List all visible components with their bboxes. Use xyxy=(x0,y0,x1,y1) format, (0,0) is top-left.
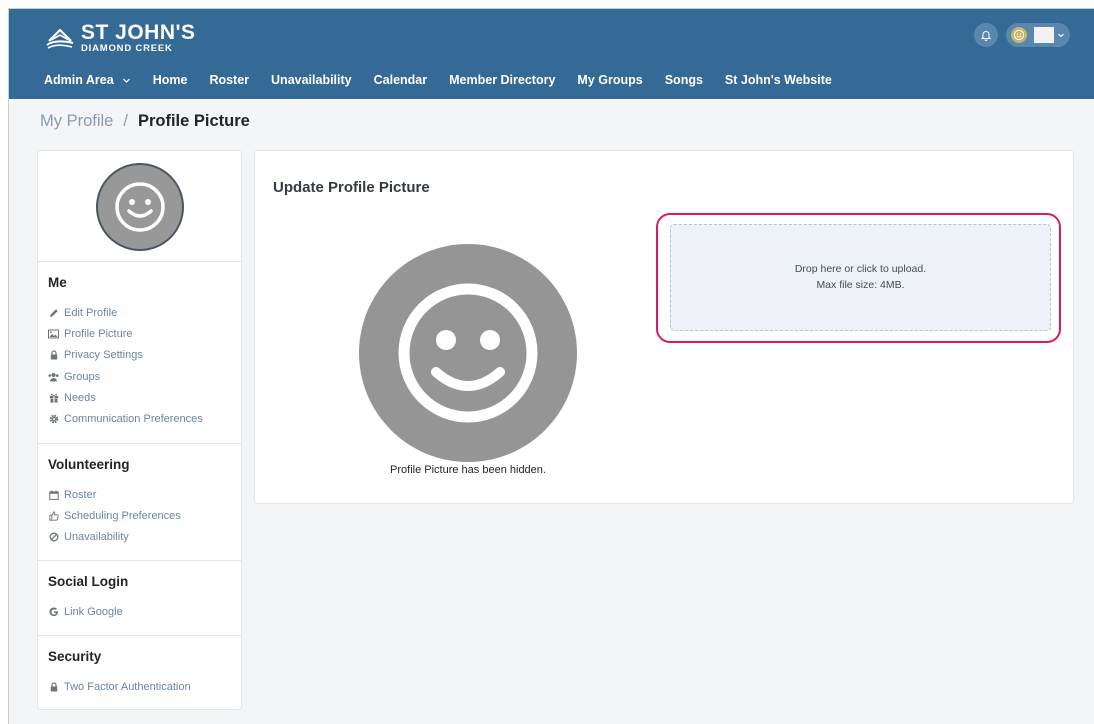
breadcrumb-my-profile[interactable]: My Profile xyxy=(40,112,113,131)
sidebar-item-link-google[interactable]: Link Google xyxy=(48,601,231,622)
image-icon xyxy=(48,328,59,339)
nav-home[interactable]: Home xyxy=(153,73,188,87)
sidebar-item-two-factor-authentication[interactable]: Two Factor Authentication xyxy=(48,676,231,697)
app-frame: ST JOHN'S DIAMOND CREEK Admin Area Home … xyxy=(8,8,1094,724)
breadcrumb-separator: / xyxy=(123,112,128,130)
sidebar-heading-volunteering: Volunteering xyxy=(48,457,130,472)
card-title: Update Profile Picture xyxy=(273,179,430,196)
thumbs-up-icon xyxy=(48,510,59,521)
sidebar-item-profile-picture[interactable]: Profile Picture xyxy=(48,323,231,344)
dropzone-max-size: Max file size: 4MB. xyxy=(816,278,905,291)
sidebar-heading-social-login: Social Login xyxy=(48,574,129,589)
nav-member-directory[interactable]: Member Directory xyxy=(449,73,555,87)
sidebar-heading-security: Security xyxy=(48,649,102,664)
sidebar-section-security: Security Two Factor Authentication xyxy=(38,636,241,697)
gift-icon xyxy=(48,392,59,403)
sidebar-item-needs[interactable]: Needs xyxy=(48,387,231,408)
dropzone-instruction: Drop here or click to upload. xyxy=(794,263,927,276)
chevron-down-icon xyxy=(122,78,130,83)
notifications-button[interactable] xyxy=(974,23,998,47)
lock-icon xyxy=(48,681,59,692)
sidebar-section-volunteering: Volunteering Roster Scheduling Preferenc… xyxy=(38,444,241,561)
sidebar-avatar xyxy=(96,163,184,251)
chevron-down-icon xyxy=(1058,33,1064,38)
hidden-picture-message: Profile Picture has been hidden. xyxy=(390,464,546,476)
pencil-icon xyxy=(48,307,59,318)
user-name-redacted xyxy=(1034,27,1054,43)
ban-icon xyxy=(48,532,59,543)
brand-subtitle: DIAMOND CREEK xyxy=(81,43,173,54)
gear-icon xyxy=(48,414,59,425)
nav-roster[interactable]: Roster xyxy=(209,73,249,87)
nav-unavailability[interactable]: Unavailability xyxy=(271,73,352,87)
brand-logo[interactable]: ST JOHN'S DIAMOND CREEK xyxy=(45,22,196,54)
logo-mark-icon xyxy=(46,28,74,49)
upload-dropzone[interactable]: Drop here or click to upload. Max file s… xyxy=(670,224,1051,331)
smiley-icon xyxy=(115,182,165,232)
sidebar-item-groups[interactable]: Groups xyxy=(48,366,231,387)
sidebar-item-communication-preferences[interactable]: Communication Preferences xyxy=(48,408,231,429)
sidebar-section-social-login: Social Login Link Google xyxy=(38,561,241,636)
breadcrumb: My Profile / Profile Picture xyxy=(40,112,250,131)
nav-calendar[interactable]: Calendar xyxy=(374,73,428,87)
user-avatar xyxy=(1011,27,1027,43)
smiley-icon xyxy=(1013,29,1025,41)
google-icon xyxy=(48,606,59,617)
sidebar-item-privacy-settings[interactable]: Privacy Settings xyxy=(48,345,231,366)
lock-icon xyxy=(48,350,59,361)
bell-icon xyxy=(980,31,992,41)
sidebar-item-edit-profile[interactable]: Edit Profile xyxy=(48,302,231,323)
smiley-icon xyxy=(398,283,538,423)
brand-name: ST JOHN'S xyxy=(81,21,196,44)
nav-website[interactable]: St John's Website xyxy=(725,73,832,87)
top-header: ST JOHN'S DIAMOND CREEK Admin Area Home … xyxy=(9,9,1094,99)
sidebar-item-unavailability[interactable]: Unavailability xyxy=(48,527,231,548)
users-icon xyxy=(48,371,59,382)
breadcrumb-current: Profile Picture xyxy=(137,112,250,130)
update-profile-picture-card: Update Profile Picture Profile Picture h… xyxy=(254,150,1074,504)
sidebar-section-me: Me Edit Profile Profile Picture Privacy … xyxy=(38,262,241,444)
calendar-icon xyxy=(48,489,59,500)
user-menu-button[interactable] xyxy=(1006,23,1070,47)
nav-songs[interactable]: Songs xyxy=(665,73,703,87)
profile-picture-placeholder xyxy=(359,244,577,462)
nav-admin-area[interactable]: Admin Area xyxy=(44,73,131,87)
sidebar-item-scheduling-preferences[interactable]: Scheduling Preferences xyxy=(48,505,231,526)
main-nav: Admin Area Home Roster Unavailability Ca… xyxy=(44,73,854,87)
sidebar-item-roster[interactable]: Roster xyxy=(48,484,231,505)
nav-my-groups[interactable]: My Groups xyxy=(577,73,642,87)
profile-sidebar: Me Edit Profile Profile Picture Privacy … xyxy=(37,150,242,710)
sidebar-heading-me: Me xyxy=(48,275,67,290)
